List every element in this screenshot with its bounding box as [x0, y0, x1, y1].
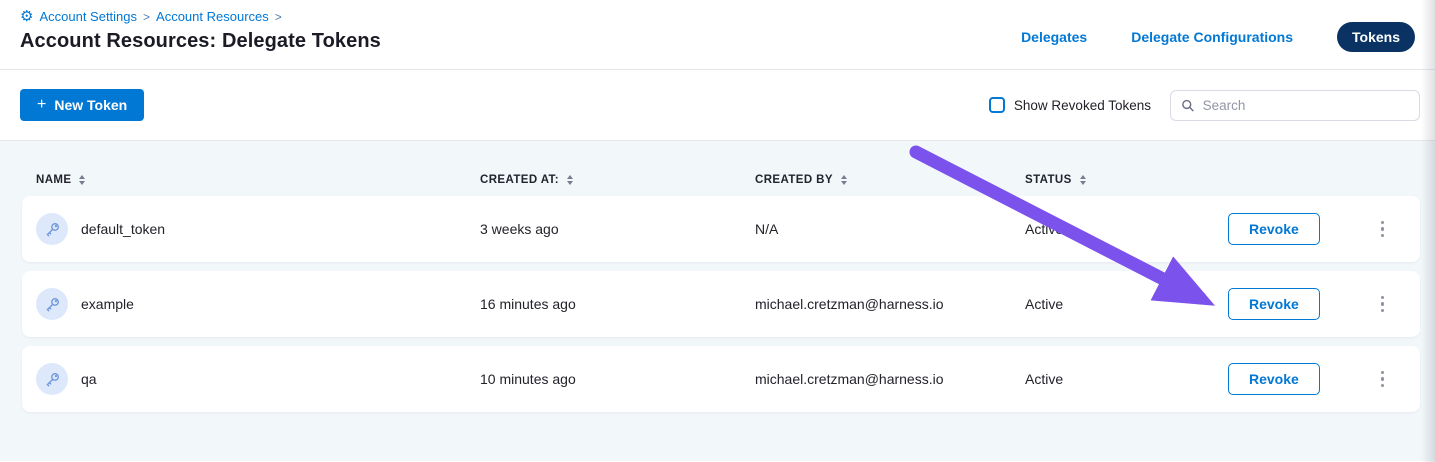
sort-icon[interactable]: [79, 175, 85, 185]
show-revoked-label: Show Revoked Tokens: [1014, 98, 1151, 113]
token-name: example: [81, 296, 134, 312]
show-revoked-checkbox[interactable]: [989, 97, 1005, 113]
table-row[interactable]: example 16 minutes ago michael.cretzman@…: [22, 271, 1420, 337]
search-icon: [1181, 98, 1195, 113]
revoke-button[interactable]: Revoke: [1228, 363, 1320, 395]
row-options-kebab-icon[interactable]: [1375, 292, 1391, 317]
column-header-created-at[interactable]: CREATED AT:: [480, 174, 755, 186]
token-name: default_token: [81, 221, 165, 237]
breadcrumb-account-resources[interactable]: Account Resources: [156, 9, 269, 24]
breadcrumb-account-settings[interactable]: Account Settings: [39, 9, 137, 24]
revoke-button[interactable]: Revoke: [1228, 213, 1320, 245]
row-options-kebab-icon[interactable]: [1375, 217, 1391, 242]
new-token-button[interactable]: + New Token: [20, 89, 144, 121]
tokens-table: NAME CREATED AT: CREATED BY STATUS: [0, 141, 1435, 461]
settings-gear-icon: ⚙: [20, 9, 33, 24]
token-key-icon: [36, 288, 68, 320]
breadcrumb-separator: >: [275, 10, 282, 24]
plus-icon: +: [37, 97, 46, 113]
search-box[interactable]: [1170, 90, 1420, 121]
sort-icon[interactable]: [567, 175, 573, 185]
token-status: Active: [1025, 371, 1228, 387]
new-token-label: New Token: [54, 97, 127, 113]
column-label: STATUS: [1025, 174, 1072, 186]
tab-delegate-configurations[interactable]: Delegate Configurations: [1131, 29, 1293, 45]
show-revoked-tokens-toggle[interactable]: Show Revoked Tokens: [989, 97, 1151, 113]
top-nav: Delegates Delegate Configurations Tokens: [1021, 22, 1415, 52]
token-created-by: N/A: [755, 221, 1025, 237]
tab-delegates[interactable]: Delegates: [1021, 29, 1087, 45]
token-status: Active: [1025, 221, 1228, 237]
table-header-row: NAME CREATED AT: CREATED BY STATUS: [36, 174, 1420, 186]
token-created-by: michael.cretzman@harness.io: [755, 371, 1025, 387]
column-header-status[interactable]: STATUS: [1025, 174, 1228, 186]
revoke-button[interactable]: Revoke: [1228, 288, 1320, 320]
row-options-kebab-icon[interactable]: [1375, 367, 1391, 392]
toolbar: + New Token Show Revoked Tokens: [0, 70, 1435, 141]
token-name: qa: [81, 371, 97, 387]
token-created-at: 16 minutes ago: [480, 296, 755, 312]
tab-tokens-active[interactable]: Tokens: [1337, 22, 1415, 52]
page-header: ⚙ Account Settings > Account Resources >…: [0, 0, 1435, 70]
token-key-icon: [36, 363, 68, 395]
table-body: default_token 3 weeks ago N/A Active Rev…: [0, 196, 1435, 412]
column-header-name[interactable]: NAME: [36, 174, 480, 186]
page-title: Account Resources: Delegate Tokens: [20, 30, 381, 53]
breadcrumb-separator: >: [143, 10, 150, 24]
breadcrumb: ⚙ Account Settings > Account Resources >: [20, 9, 381, 24]
column-label: CREATED BY: [755, 174, 833, 186]
search-input[interactable]: [1203, 98, 1409, 113]
token-created-at: 3 weeks ago: [480, 221, 755, 237]
sort-icon[interactable]: [841, 175, 847, 185]
token-status: Active: [1025, 296, 1228, 312]
sort-icon[interactable]: [1080, 175, 1086, 185]
column-label: NAME: [36, 174, 71, 186]
token-created-at: 10 minutes ago: [480, 371, 755, 387]
column-label: CREATED AT:: [480, 174, 559, 186]
token-created-by: michael.cretzman@harness.io: [755, 296, 1025, 312]
table-row[interactable]: default_token 3 weeks ago N/A Active Rev…: [22, 196, 1420, 262]
column-header-created-by[interactable]: CREATED BY: [755, 174, 1025, 186]
table-row[interactable]: qa 10 minutes ago michael.cretzman@harne…: [22, 346, 1420, 412]
token-key-icon: [36, 213, 68, 245]
